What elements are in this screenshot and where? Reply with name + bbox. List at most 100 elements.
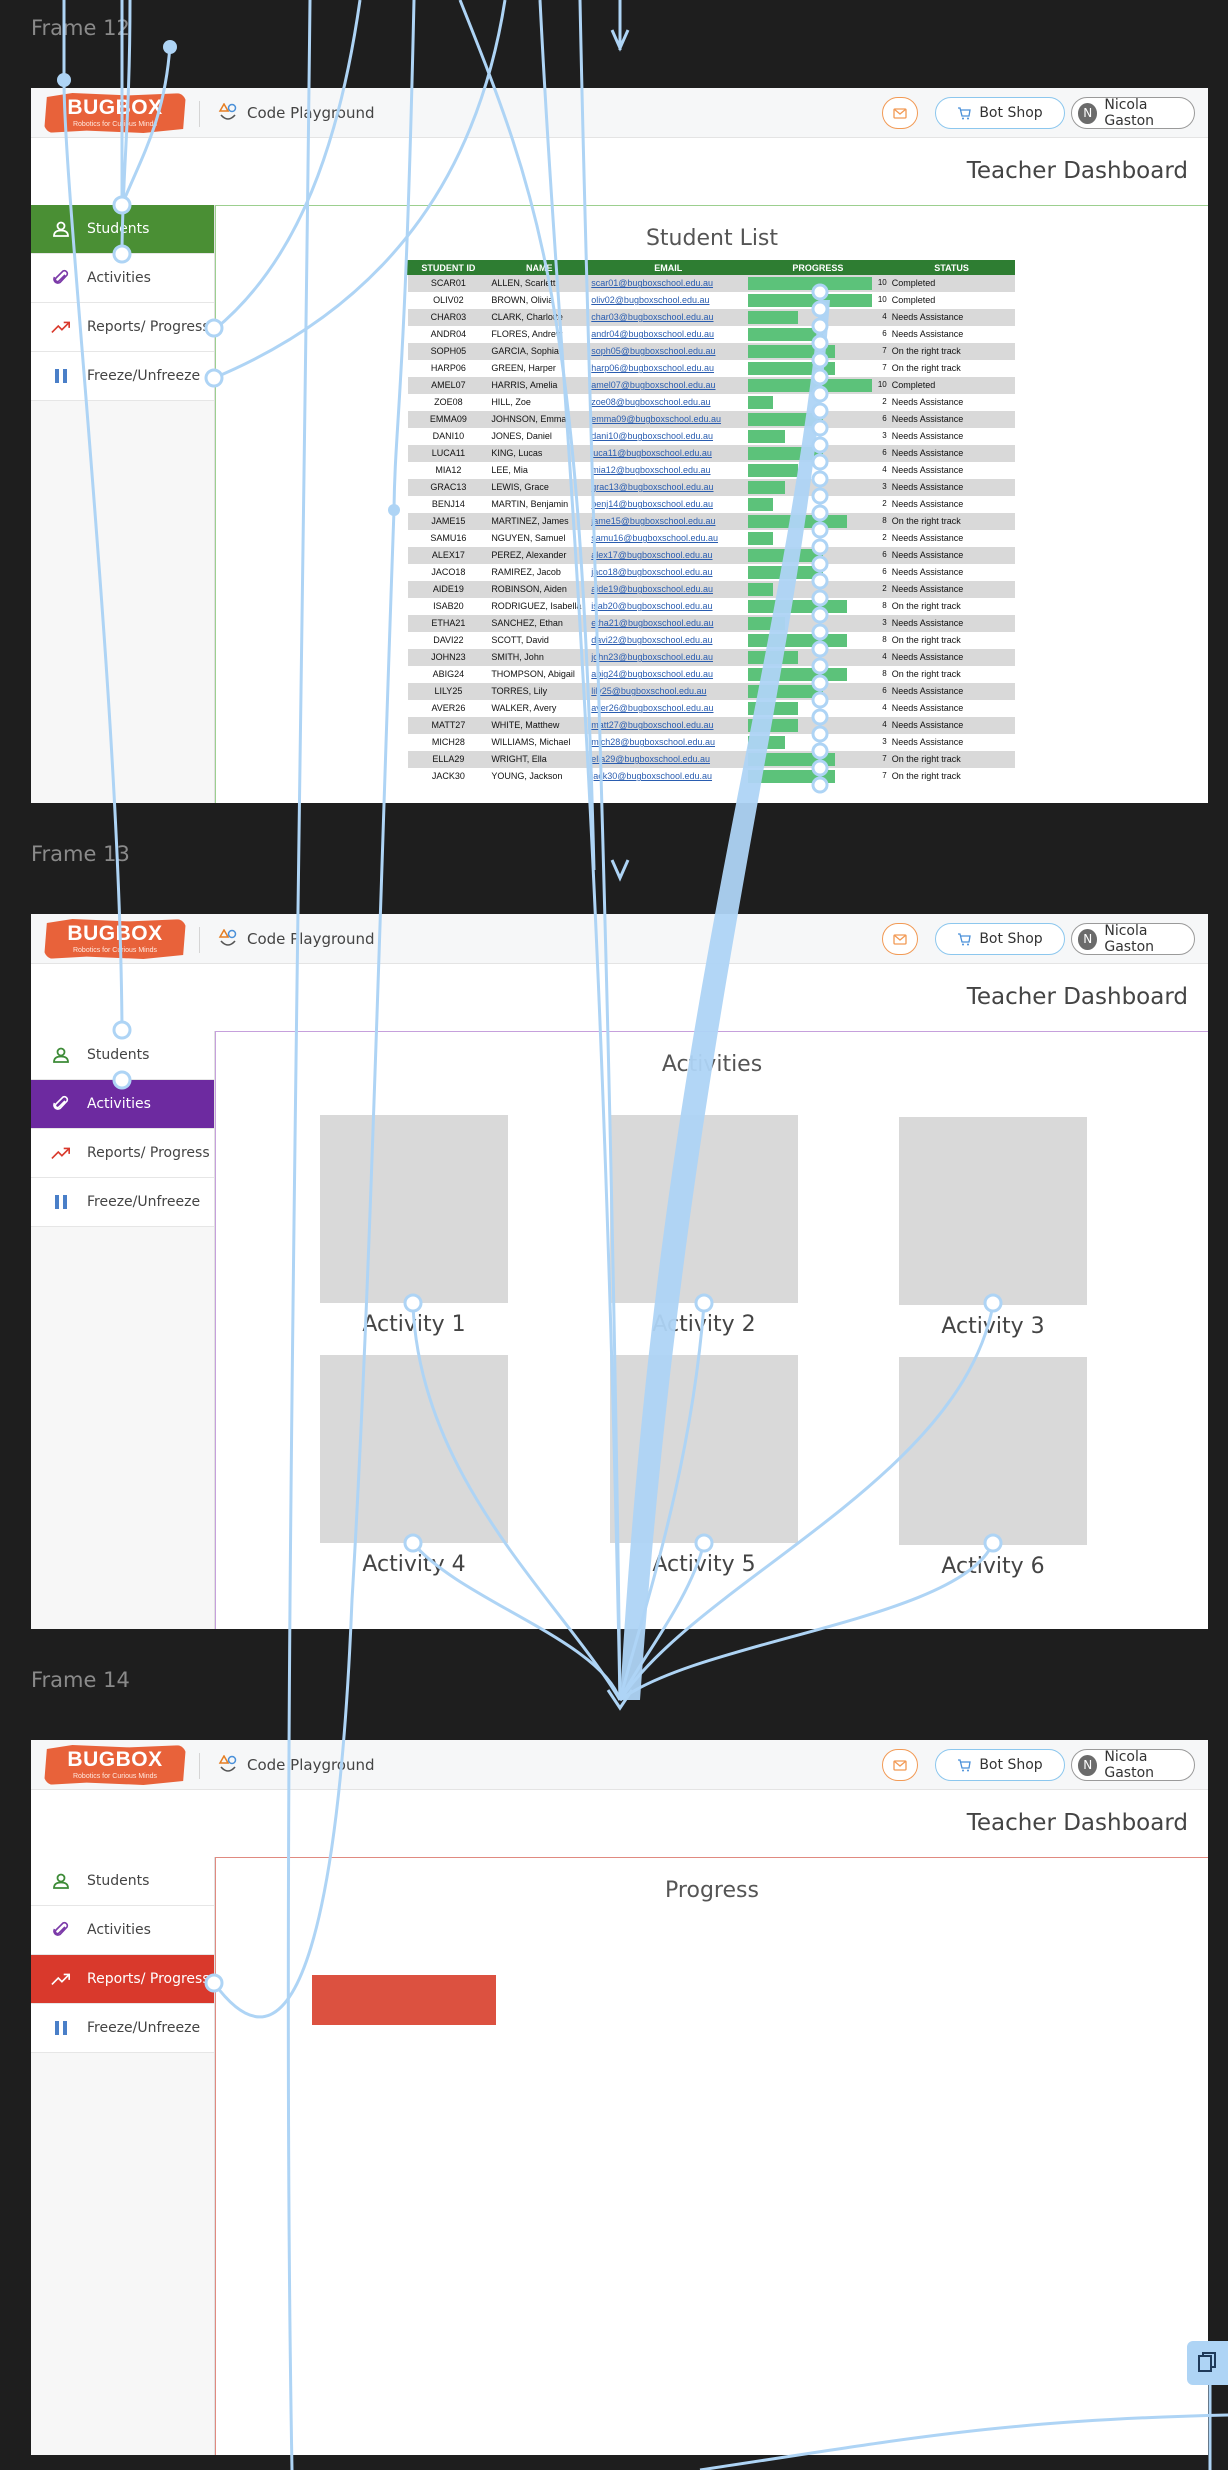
student-email-link[interactable]: alex17@bugboxschool.edu.au [589, 546, 748, 564]
column-header[interactable]: PROGRESS [746, 260, 890, 275]
table-row[interactable]: SAMU16 NGUYEN, Samuel samu16@bugboxschoo… [407, 529, 1015, 547]
student-email-link[interactable]: zoe08@bugboxschool.edu.au [589, 393, 748, 411]
sidebar-item-freeze-unfreeze[interactable]: Freeze/Unfreeze [31, 2004, 214, 2053]
student-email-link[interactable]: oliv02@bugboxschool.edu.au [589, 291, 748, 309]
table-row[interactable]: SCAR01 ALLEN, Scarlett scar01@bugboxscho… [407, 274, 1015, 292]
table-row[interactable]: EMMA09 JOHNSON, Emma emma09@bugboxschool… [407, 410, 1015, 428]
activity-tile[interactable] [320, 1355, 508, 1543]
code-playground-link[interactable]: Code Playground [217, 928, 375, 949]
code-playground-link[interactable]: Code Playground [217, 1754, 375, 1775]
sidebar-item-activities[interactable]: Activities [31, 254, 214, 303]
student-email-link[interactable]: jack30@bugboxschool.edu.au [589, 767, 748, 785]
table-row[interactable]: ZOE08 HILL, Zoe zoe08@bugboxschool.edu.a… [407, 393, 1015, 411]
bot-shop-button[interactable]: Bot Shop [935, 923, 1065, 955]
activity-tile[interactable] [320, 1115, 508, 1303]
table-row[interactable]: LUCA11 KING, Lucas luca11@bugboxschool.e… [407, 444, 1015, 462]
table-row[interactable]: AMEL07 HARRIS, Amelia amel07@bugboxschoo… [407, 376, 1015, 394]
bugbox-logo[interactable]: BUGBOX Robotics for Curious Minds [44, 93, 186, 133]
sidebar-item-activities[interactable]: Activities [31, 1080, 214, 1129]
user-menu-button[interactable]: N Nicola Gaston [1071, 923, 1195, 955]
sidebar-item-students[interactable]: Students [31, 1031, 214, 1080]
student-email-link[interactable]: matt27@bugboxschool.edu.au [589, 716, 748, 734]
table-row[interactable]: MICH28 WILLIAMS, Michael mich28@bugboxsc… [407, 733, 1015, 751]
table-row[interactable]: GRAC13 LEWIS, Grace grac13@bugboxschool.… [407, 478, 1015, 496]
table-row[interactable]: ALEX17 PEREZ, Alexander alex17@bugboxsch… [407, 546, 1015, 564]
table-row[interactable]: DANI10 JONES, Daniel dani10@bugboxschool… [407, 427, 1015, 445]
sidebar-item-activities[interactable]: Activities [31, 1906, 214, 1955]
student-email-link[interactable]: soph05@bugboxschool.edu.au [589, 342, 748, 360]
student-email-link[interactable]: john23@bugboxschool.edu.au [589, 648, 748, 666]
sidebar-item-reports-progress[interactable]: Reports/ Progress [31, 1129, 214, 1178]
column-header[interactable]: STUDENT ID [407, 260, 490, 275]
student-email-link[interactable]: aide19@bugboxschool.edu.au [589, 580, 748, 598]
sidebar-item-students[interactable]: Students [31, 1857, 214, 1906]
table-row[interactable]: CHAR03 CLARK, Charlotte char03@bugboxsch… [407, 308, 1015, 326]
activity-tile[interactable] [610, 1355, 798, 1543]
table-row[interactable]: JACK30 YOUNG, Jackson jack30@bugboxschoo… [407, 767, 1015, 785]
bot-shop-button[interactable]: Bot Shop [935, 1749, 1065, 1781]
messages-button[interactable] [882, 923, 918, 955]
student-email-link[interactable]: harp06@bugboxschool.edu.au [589, 359, 748, 377]
table-row[interactable]: SOPH05 GARCIA, Sophia soph05@bugboxschoo… [407, 342, 1015, 360]
messages-button[interactable] [882, 97, 918, 129]
table-row[interactable]: MATT27 WHITE, Matthew matt27@bugboxschoo… [407, 716, 1015, 734]
activity-tile[interactable] [899, 1357, 1087, 1545]
progress-block[interactable] [312, 1975, 496, 2025]
activity-tile[interactable] [610, 1115, 798, 1303]
student-email-link[interactable]: mia12@bugboxschool.edu.au [589, 461, 748, 479]
bugbox-logo[interactable]: BUGBOX Robotics for Curious Minds [44, 1745, 186, 1785]
table-row[interactable]: ANDR04 FLORES, Andrew andr04@bugboxschoo… [407, 325, 1015, 343]
bugbox-logo[interactable]: BUGBOX Robotics for Curious Minds [44, 919, 186, 959]
student-email-link[interactable]: amel07@bugboxschool.edu.au [589, 376, 748, 394]
table-row[interactable]: ISAB20 RODRIGUEZ, Isabella isab20@bugbox… [407, 597, 1015, 615]
user-menu-button[interactable]: N Nicola Gaston [1071, 97, 1195, 129]
table-row[interactable]: OLIV02 BROWN, Olivia oliv02@bugboxschool… [407, 291, 1015, 309]
user-menu-button[interactable]: N Nicola Gaston [1071, 1749, 1195, 1781]
sidebar-item-freeze-unfreeze[interactable]: Freeze/Unfreeze [31, 352, 214, 401]
student-email-link[interactable]: luca11@bugboxschool.edu.au [589, 444, 748, 462]
table-row[interactable]: ELLA29 WRIGHT, Ella ella29@bugboxschool.… [407, 750, 1015, 768]
table-row[interactable]: JOHN23 SMITH, John john23@bugboxschool.e… [407, 648, 1015, 666]
student-email-link[interactable]: char03@bugboxschool.edu.au [589, 308, 748, 326]
student-email-link[interactable]: lily25@bugboxschool.edu.au [589, 682, 748, 700]
table-row[interactable]: LILY25 TORRES, Lily lily25@bugboxschool.… [407, 682, 1015, 700]
table-row[interactable]: JACO18 RAMIREZ, Jacob jaco18@bugboxschoo… [407, 563, 1015, 581]
column-header[interactable]: EMAIL [588, 260, 748, 275]
table-row[interactable]: AIDE19 ROBINSON, Aiden aide19@bugboxscho… [407, 580, 1015, 598]
table-row[interactable]: MIA12 LEE, Mia mia12@bugboxschool.edu.au… [407, 461, 1015, 479]
student-email-link[interactable]: jame15@bugboxschool.edu.au [589, 512, 748, 530]
student-email-link[interactable]: emma09@bugboxschool.edu.au [589, 410, 748, 428]
student-email-link[interactable]: jaco18@bugboxschool.edu.au [589, 563, 748, 581]
column-header[interactable]: NAME [488, 260, 590, 275]
student-email-link[interactable]: abig24@bugboxschool.edu.au [589, 665, 748, 683]
student-email-link[interactable]: etha21@bugboxschool.edu.au [589, 614, 748, 632]
sidebar-item-freeze-unfreeze[interactable]: Freeze/Unfreeze [31, 1178, 214, 1227]
table-row[interactable]: HARP06 GREEN, Harper harp06@bugboxschool… [407, 359, 1015, 377]
column-header[interactable]: STATUS [888, 260, 1015, 275]
student-email-link[interactable]: benj14@bugboxschool.edu.au [589, 495, 748, 513]
table-row[interactable]: ETHA21 SANCHEZ, Ethan etha21@bugboxschoo… [407, 614, 1015, 632]
table-row[interactable]: ABIG24 THOMPSON, Abigail abig24@bugboxsc… [407, 665, 1015, 683]
student-email-link[interactable]: dani10@bugboxschool.edu.au [589, 427, 748, 445]
activity-tile[interactable] [899, 1117, 1087, 1305]
bot-shop-button[interactable]: Bot Shop [935, 97, 1065, 129]
table-row[interactable]: BENJ14 MARTIN, Benjamin benj14@bugboxsch… [407, 495, 1015, 513]
code-playground-link[interactable]: Code Playground [217, 102, 375, 123]
student-email-link[interactable]: davi22@bugboxschool.edu.au [589, 631, 748, 649]
student-email-link[interactable]: mich28@bugboxschool.edu.au [589, 733, 748, 751]
sidebar-item-reports-progress[interactable]: Reports/ Progress [31, 1955, 214, 2004]
student-email-link[interactable]: grac13@bugboxschool.edu.au [589, 478, 748, 496]
student-email-link[interactable]: andr04@bugboxschool.edu.au [589, 325, 748, 343]
student-email-link[interactable]: ella29@bugboxschool.edu.au [589, 750, 748, 768]
table-row[interactable]: AVER26 WALKER, Avery aver26@bugboxschool… [407, 699, 1015, 717]
table-row[interactable]: JAME15 MARTINEZ, James jame15@bugboxscho… [407, 512, 1015, 530]
messages-button[interactable] [882, 1749, 918, 1781]
student-email-link[interactable]: aver26@bugboxschool.edu.au [589, 699, 748, 717]
table-row[interactable]: DAVI22 SCOTT, David davi22@bugboxschool.… [407, 631, 1015, 649]
sidebar-item-students[interactable]: Students [31, 205, 214, 254]
student-email-link[interactable]: samu16@bugboxschool.edu.au [589, 529, 748, 547]
sidebar-item-reports-progress[interactable]: Reports/ Progress [31, 303, 214, 352]
student-email-link[interactable]: scar01@bugboxschool.edu.au [589, 274, 748, 292]
student-email-link[interactable]: isab20@bugboxschool.edu.au [589, 597, 748, 615]
copy-tool-button[interactable] [1187, 2341, 1228, 2385]
